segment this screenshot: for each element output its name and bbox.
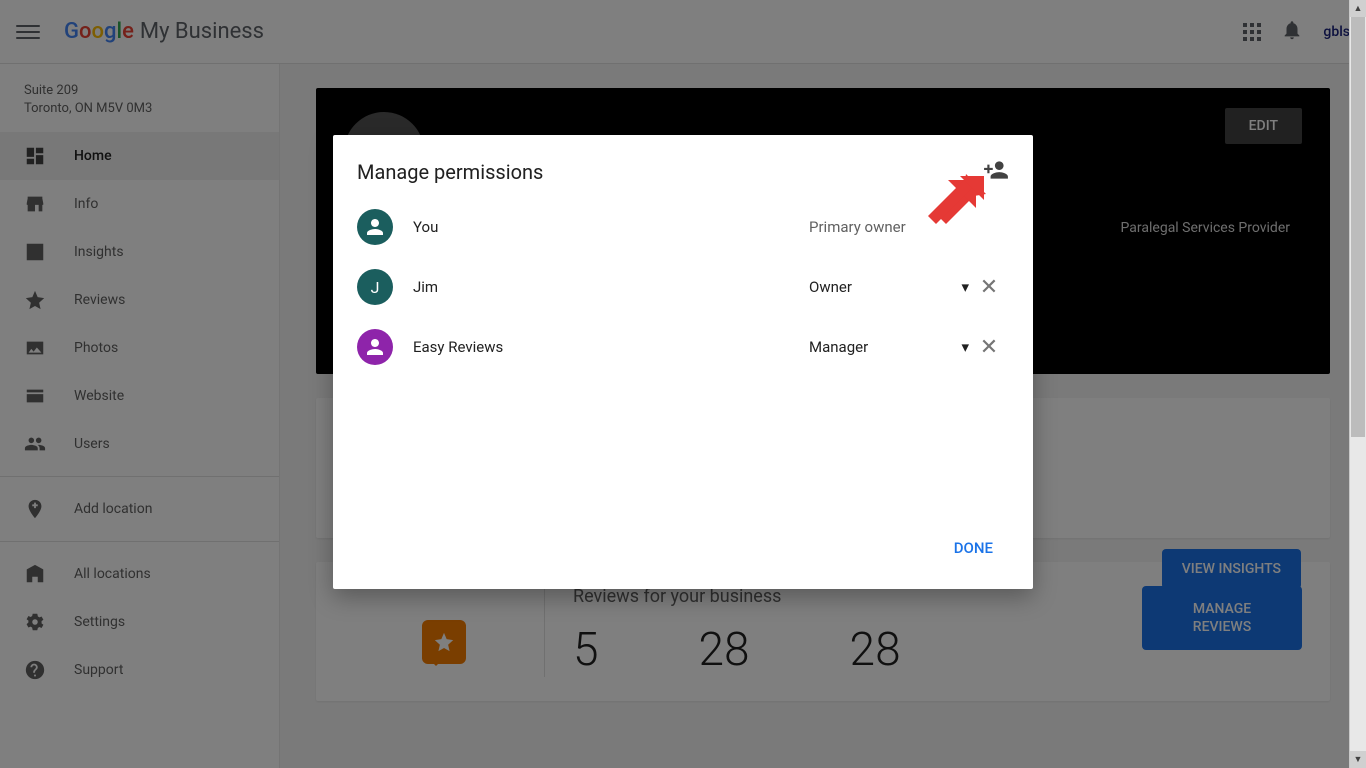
manage-permissions-dialog: Manage permissions YouPrimary owner J JimO… [333, 135, 1033, 589]
modal-overlay[interactable]: Manage permissions YouPrimary owner J JimO… [0, 0, 1366, 768]
user-name: Easy Reviews [413, 338, 809, 356]
permission-row: J JimOwner▾✕ [333, 257, 1033, 317]
role-selector[interactable]: Manager▾ [809, 338, 969, 356]
add-user-icon[interactable] [983, 157, 1009, 187]
user-avatar [357, 209, 393, 245]
permission-row: YouPrimary owner [333, 197, 1033, 257]
scrollbar[interactable]: ▲ ▼ [1349, 0, 1366, 768]
user-name: Jim [413, 278, 809, 296]
remove-user-icon[interactable]: ✕ [969, 335, 1009, 360]
scroll-down-icon[interactable]: ▼ [1350, 751, 1366, 768]
scroll-thumb[interactable] [1351, 17, 1365, 437]
role-selector: Primary owner [809, 218, 969, 236]
user-avatar: J [357, 269, 393, 305]
permission-row: Easy ReviewsManager▾✕ [333, 317, 1033, 377]
remove-user-icon[interactable]: ✕ [969, 275, 1009, 300]
dialog-title: Manage permissions [357, 160, 543, 184]
chevron-down-icon: ▾ [961, 278, 969, 296]
chevron-down-icon: ▾ [961, 338, 969, 356]
role-selector[interactable]: Owner▾ [809, 278, 969, 296]
user-name: You [413, 218, 809, 236]
scroll-up-icon[interactable]: ▲ [1350, 0, 1366, 17]
done-button[interactable]: DONE [942, 531, 1005, 565]
user-avatar [357, 329, 393, 365]
